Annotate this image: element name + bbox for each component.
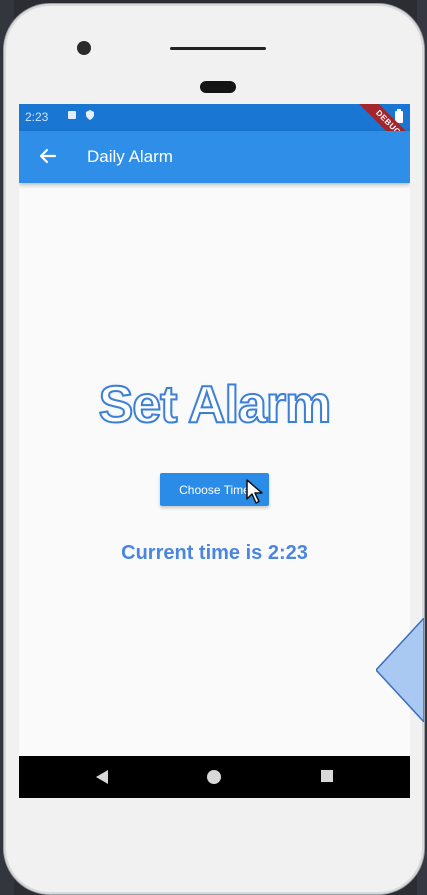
app-screen: 2:23 DEBUG Daily Alarm Set Alarm Choose … [19, 104, 410, 798]
shield-icon [86, 110, 94, 120]
mouse-cursor-icon [246, 479, 263, 504]
earpiece [170, 47, 266, 50]
blue-arrow-shape [376, 618, 424, 722]
app-bar-title: Daily Alarm [87, 147, 173, 166]
notification-icon [68, 111, 76, 119]
app-bar: Daily Alarm [19, 131, 410, 183]
arrow-left-icon[interactable] [37, 145, 59, 167]
status-time: 2:23 [25, 110, 49, 124]
proximity-sensor [200, 81, 236, 93]
current-time-label: Current time is 2:23 [121, 542, 308, 564]
set-alarm-heading: Set Alarm [98, 375, 333, 435]
status-bar: 2:23 DEBUG [19, 104, 410, 162]
home-circle-icon[interactable] [206, 769, 222, 785]
recents-square-icon[interactable] [320, 769, 334, 783]
system-nav-bar [19, 756, 410, 798]
front-camera [77, 41, 91, 55]
phone-frame: 2:23 DEBUG Daily Alarm Set Alarm Choose … [4, 4, 424, 894]
back-triangle-icon[interactable] [95, 769, 109, 785]
